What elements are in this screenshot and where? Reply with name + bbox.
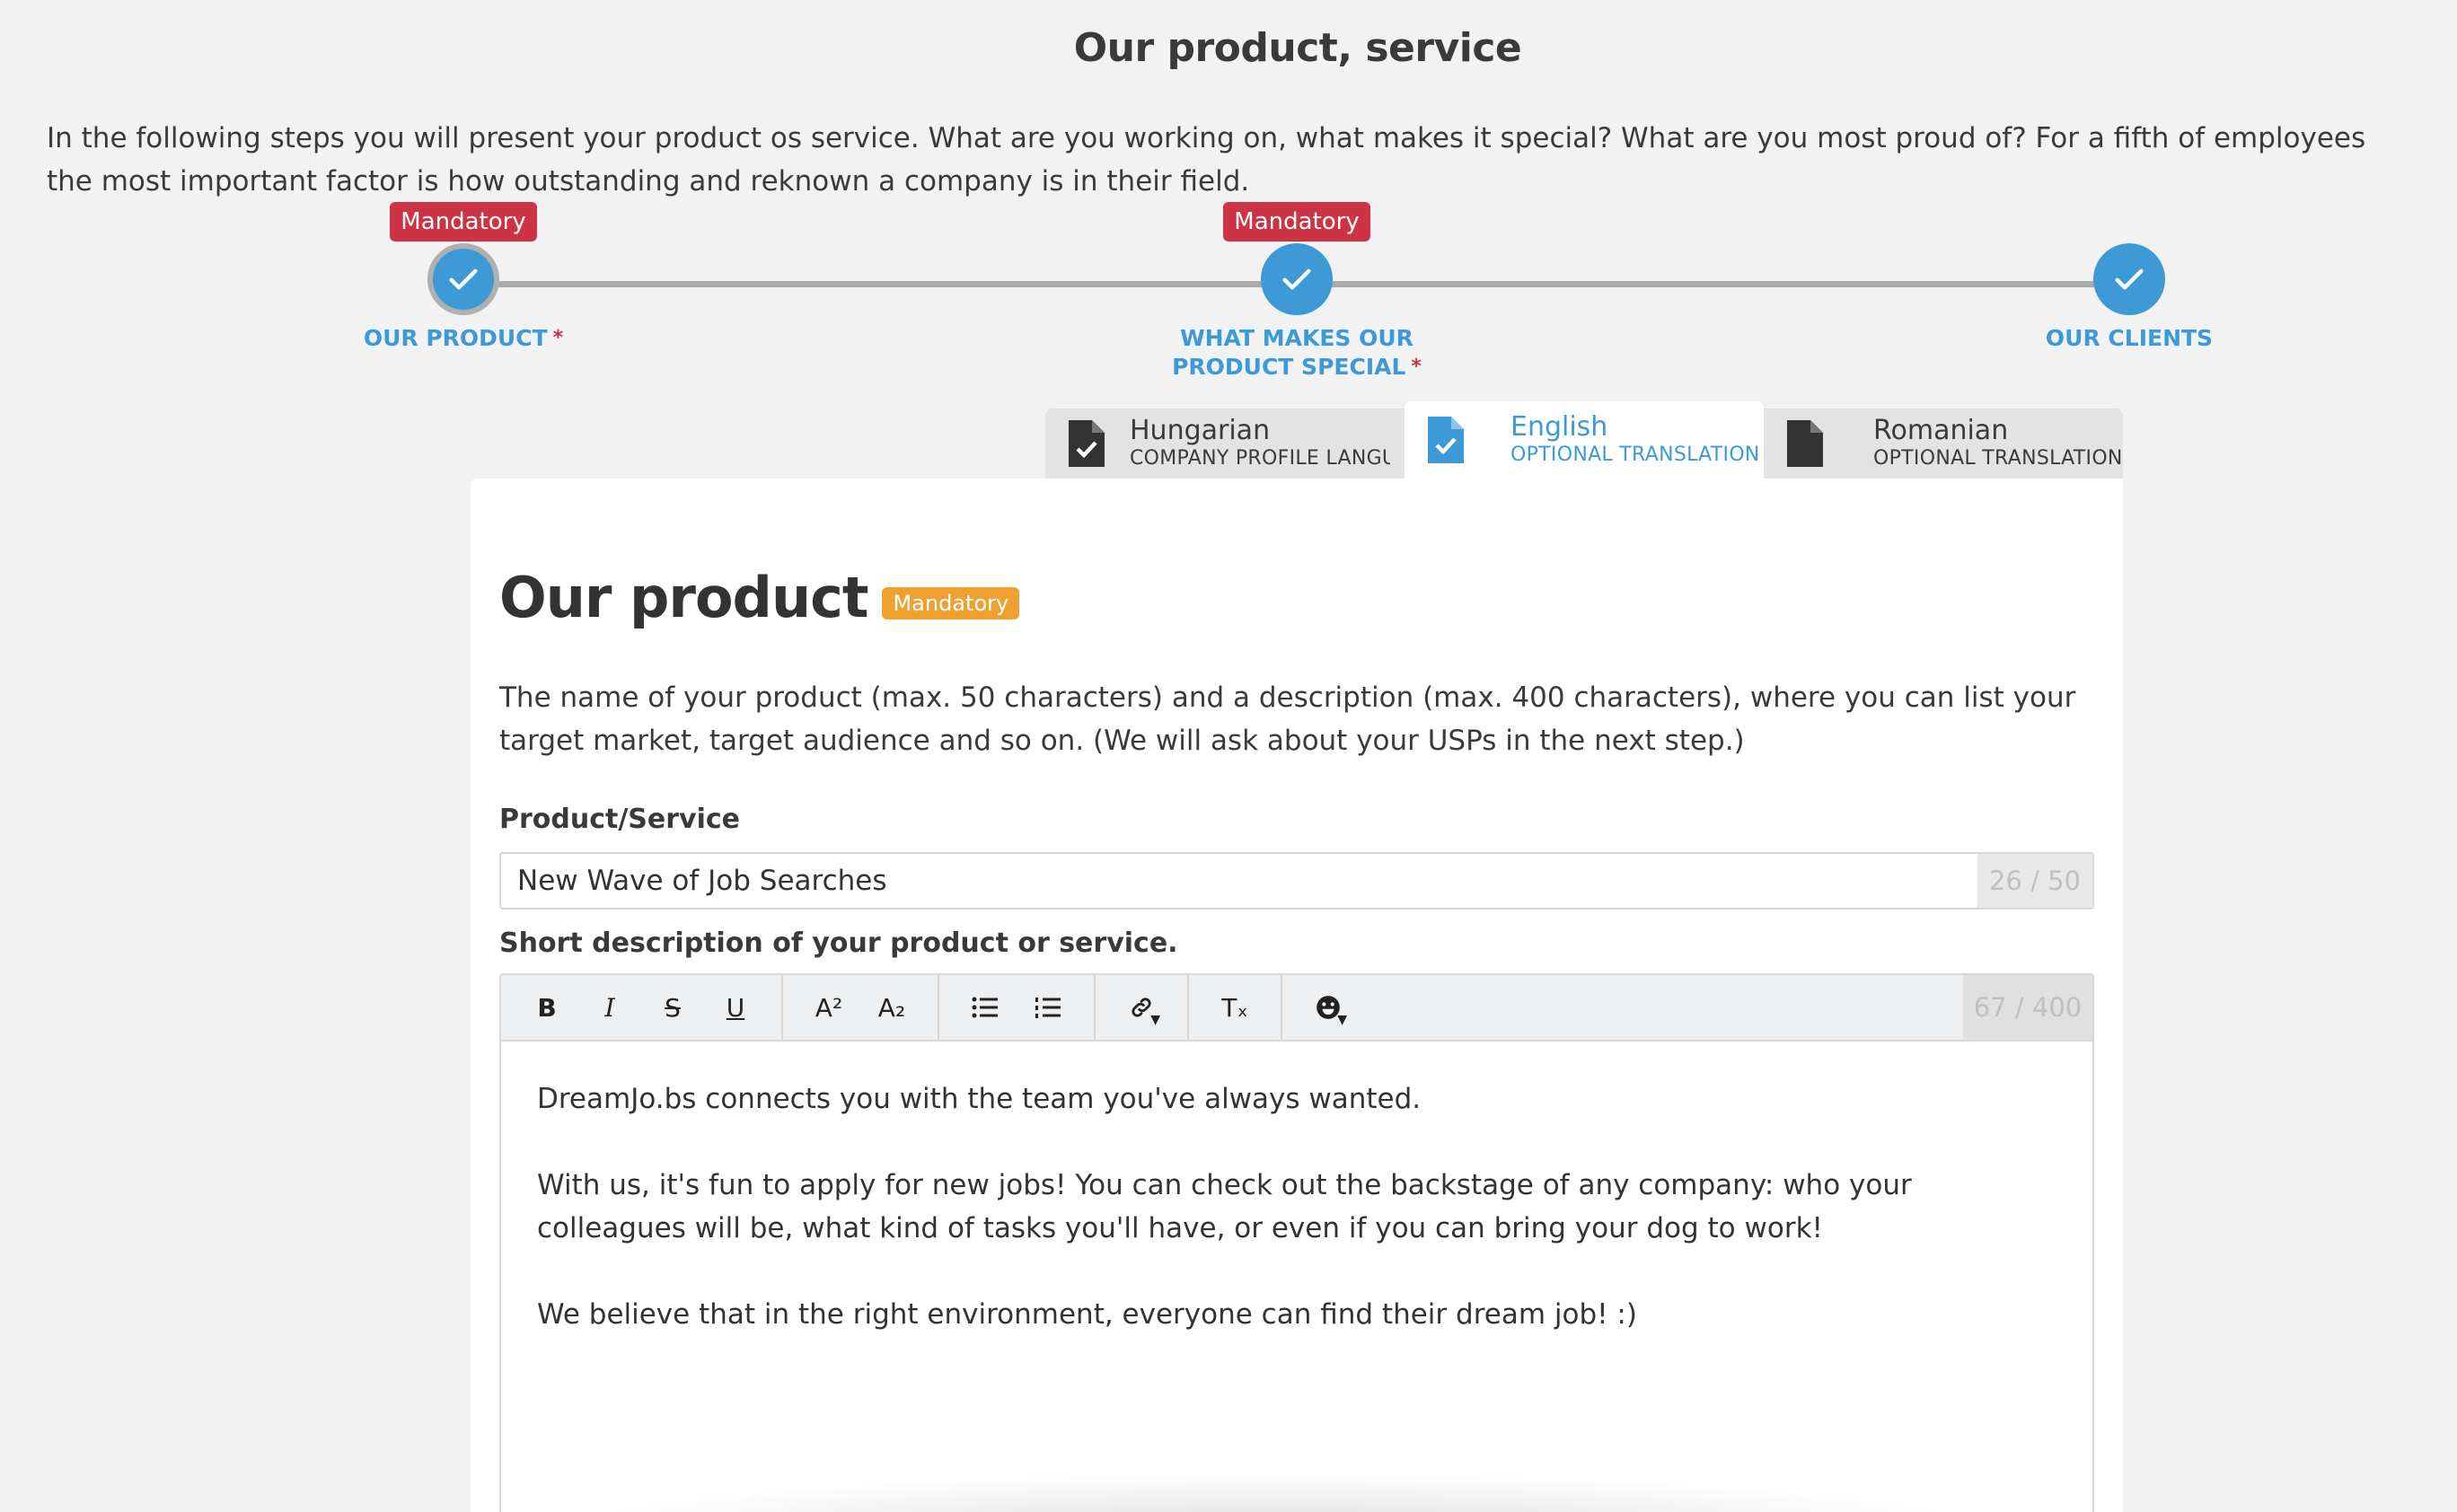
step-circle[interactable]	[427, 243, 499, 315]
check-icon	[449, 268, 478, 290]
toolbar-group-format: B I S U	[501, 975, 783, 1040]
tab-subtitle: OPTIONAL TRANSLATION	[1873, 447, 2123, 470]
tab-name: Hungarian	[1130, 415, 1271, 446]
toolbar-group-lists	[939, 975, 1096, 1040]
tab-name: English	[1510, 411, 1608, 443]
italic-button[interactable]: I	[578, 980, 641, 1034]
step-circle[interactable]	[1261, 243, 1333, 315]
intro-text: In the following steps you will present …	[47, 122, 2366, 198]
toolbar-group-clear: Tₓ	[1189, 975, 1282, 1040]
section-title: Our product	[499, 565, 868, 630]
check-icon	[2115, 268, 2144, 290]
check-icon	[1282, 268, 1311, 290]
strikethrough-button[interactable]: S	[641, 980, 704, 1034]
numbered-list-icon	[1035, 998, 1061, 1018]
document-check-icon	[1428, 417, 1464, 463]
section-description: The name of your product (max. 50 charac…	[499, 681, 2076, 757]
step-label[interactable]: OUR CLIENTS	[1941, 324, 2318, 353]
step-our-clients[interactable]: OUR CLIENTS	[1941, 202, 2318, 353]
toolbar-group-link: ▼	[1096, 975, 1189, 1040]
floating-panel-shadow	[575, 1472, 1976, 1512]
subscript-button[interactable]: A₂	[860, 980, 923, 1034]
section-header: Our product Mandatory	[499, 565, 1020, 630]
step-label[interactable]: OUR PRODUCT *	[275, 324, 652, 353]
toolbar-group-emoji: ▼	[1282, 975, 1374, 1040]
step-label[interactable]: WHAT MAKES OUR PRODUCT SPECIAL *	[1135, 324, 1458, 382]
mandatory-badge: Mandatory	[1223, 202, 1370, 242]
required-star: *	[552, 327, 564, 349]
mandatory-badge: Mandatory	[390, 202, 537, 242]
step-our-product[interactable]: Mandatory OUR PRODUCT *	[275, 202, 652, 353]
bold-button[interactable]: B	[515, 980, 578, 1034]
tab-english[interactable]: English OPTIONAL TRANSLATION	[1405, 401, 1764, 479]
char-counter: 26 / 50	[1977, 854, 2092, 908]
editor-paragraph: We believe that in the right environment…	[537, 1298, 1637, 1331]
tab-hungarian[interactable]: Hungarian COMPANY PROFILE LANGUAG	[1045, 409, 1405, 479]
document-icon	[1787, 420, 1823, 467]
numbered-list-button[interactable]	[1017, 980, 1079, 1034]
underline-button[interactable]: U	[704, 980, 767, 1034]
dropdown-caret-icon: ▼	[1150, 1013, 1160, 1027]
description-field-label: Short description of your product or ser…	[499, 927, 1178, 959]
product-input[interactable]	[501, 854, 1977, 908]
page-title: Our product, service	[1073, 25, 1522, 71]
bullet-list-button[interactable]	[954, 980, 1017, 1034]
toolbar-group-script: A² A₂	[783, 975, 939, 1040]
required-star: *	[1411, 356, 1422, 378]
tab-name: Romanian	[1873, 415, 2009, 446]
mandatory-badge: Mandatory	[882, 586, 1020, 620]
tab-romanian[interactable]: Romanian OPTIONAL TRANSLATION	[1764, 409, 2123, 479]
clear-format-button[interactable]: Tₓ	[1203, 980, 1266, 1034]
language-tabs: Hungarian COMPANY PROFILE LANGUAG Englis…	[1045, 401, 2123, 479]
editor-toolbar: B I S U A² A₂ ▼ Tₓ ▼ 67 / 400	[501, 975, 2092, 1042]
char-counter: 67 / 400	[1963, 975, 2092, 1040]
step-circle[interactable]	[2093, 243, 2165, 315]
tab-subtitle: OPTIONAL TRANSLATION	[1510, 444, 1760, 466]
tab-subtitle: COMPANY PROFILE LANGUAG	[1130, 447, 1390, 470]
emoji-button[interactable]: ▼	[1297, 980, 1360, 1034]
editor-paragraph: With us, it's fun to apply for new jobs!…	[537, 1169, 1912, 1244]
editor-content[interactable]: DreamJo.bs connects you with the team yo…	[501, 1042, 2092, 1415]
rich-text-editor: B I S U A² A₂ ▼ Tₓ ▼ 67 / 400 DreamJo.bs…	[499, 973, 2094, 1512]
editor-paragraph: DreamJo.bs connects you with the team yo…	[537, 1083, 1422, 1115]
product-field-label: Product/Service	[499, 804, 741, 835]
stepper: Mandatory OUR PRODUCT * Mandatory WHAT MA…	[0, 202, 2457, 391]
form-card: Our product Mandatory The name of your p…	[471, 479, 2123, 1512]
step-what-makes-special[interactable]: Mandatory WHAT MAKES OUR PRODUCT SPECIAL…	[1108, 202, 1485, 382]
product-input-wrapper: 26 / 50	[499, 852, 2094, 910]
document-check-icon	[1069, 420, 1105, 467]
bullet-list-icon	[972, 997, 998, 1018]
link-button[interactable]: ▼	[1110, 980, 1173, 1034]
superscript-button[interactable]: A²	[797, 980, 860, 1034]
dropdown-caret-icon: ▼	[1337, 1013, 1347, 1027]
